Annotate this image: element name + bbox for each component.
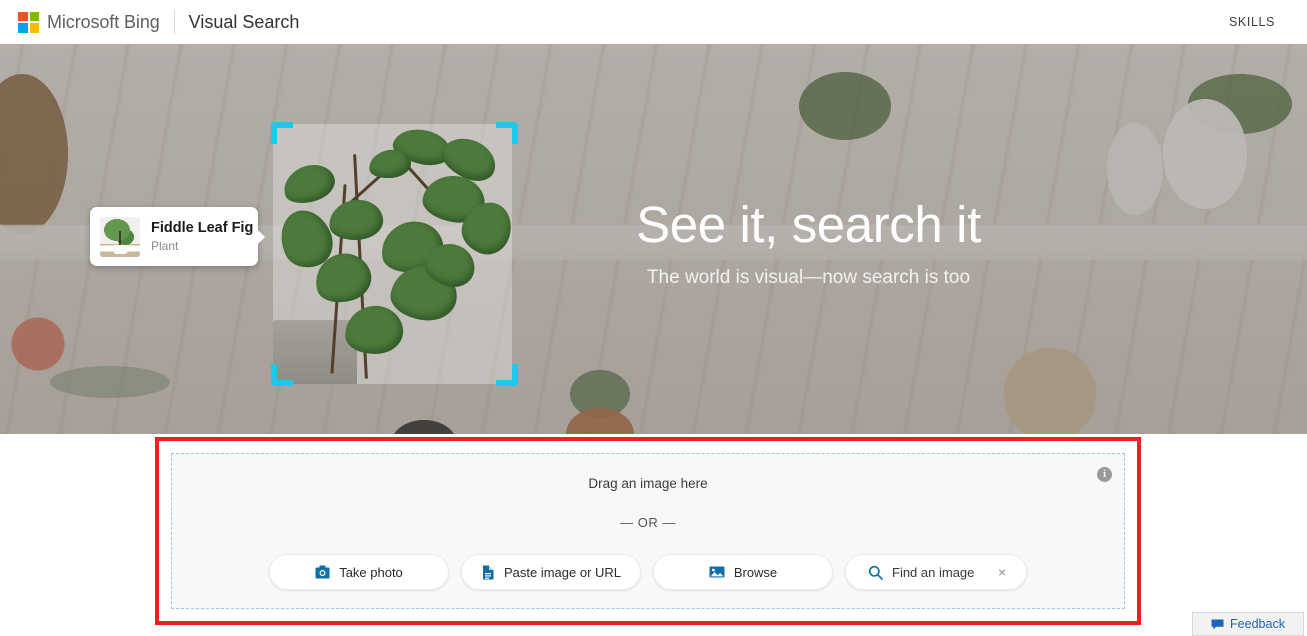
feedback-bubble-icon (1211, 619, 1224, 630)
header-divider (173, 10, 175, 34)
camera-icon (315, 565, 330, 579)
take-photo-label: Take photo (339, 564, 403, 580)
dropzone-drag-label: Drag an image here (588, 476, 708, 491)
take-photo-button[interactable]: Take photo (269, 554, 449, 590)
find-an-image-search[interactable]: Find an image × (845, 554, 1027, 590)
entity-card-text: Fiddle Leaf Fig Plant (151, 219, 253, 255)
plant-thumbnail-icon (100, 216, 140, 257)
selection-corner-top-right[interactable] (496, 122, 518, 144)
close-icon[interactable]: × (998, 565, 1010, 579)
app-header: Microsoft Bing Visual Search SKILLS (0, 0, 1307, 44)
info-icon[interactable]: i (1097, 467, 1112, 482)
browse-button[interactable]: Browse (653, 554, 833, 590)
selection-corner-top-left[interactable] (271, 122, 293, 144)
brand-logo-link[interactable]: Microsoft Bing (18, 11, 160, 33)
entity-title: Fiddle Leaf Fig (151, 219, 254, 236)
hero-banner: Fiddle Leaf Fig Plant See it, search it … (0, 44, 1307, 434)
browse-label: Browse (733, 564, 778, 580)
image-dropzone[interactable]: i Drag an image here — OR — Take photo P… (171, 453, 1125, 609)
entity-result-card[interactable]: Fiddle Leaf Fig Plant (90, 207, 265, 266)
microsoft-logo-icon (18, 11, 39, 33)
selected-plant-subject (273, 124, 512, 384)
entity-subtitle: Plant (151, 238, 179, 253)
paste-image-button[interactable]: Paste image or URL (461, 554, 641, 590)
brand-name: Microsoft Bing (47, 11, 160, 32)
skills-link[interactable]: SKILLS (1229, 15, 1275, 29)
dropzone-actions: Take photo Paste image or URL Browse Fin… (269, 554, 1027, 590)
picture-icon (709, 565, 725, 579)
image-dropzone-highlight: i Drag an image here — OR — Take photo P… (155, 437, 1141, 625)
search-icon (868, 565, 883, 580)
page-title: Visual Search (188, 11, 300, 32)
paste-image-label: Paste image or URL (503, 564, 622, 580)
selection-corner-bottom-left[interactable] (271, 364, 293, 386)
selection-corner-bottom-right[interactable] (496, 364, 518, 386)
feedback-button[interactable]: Feedback (1192, 612, 1304, 636)
paste-document-icon (481, 565, 495, 580)
dropzone-or-label: — OR — (620, 515, 676, 530)
feedback-label: Feedback (1230, 617, 1285, 631)
find-an-image-label: Find an image (892, 564, 975, 580)
